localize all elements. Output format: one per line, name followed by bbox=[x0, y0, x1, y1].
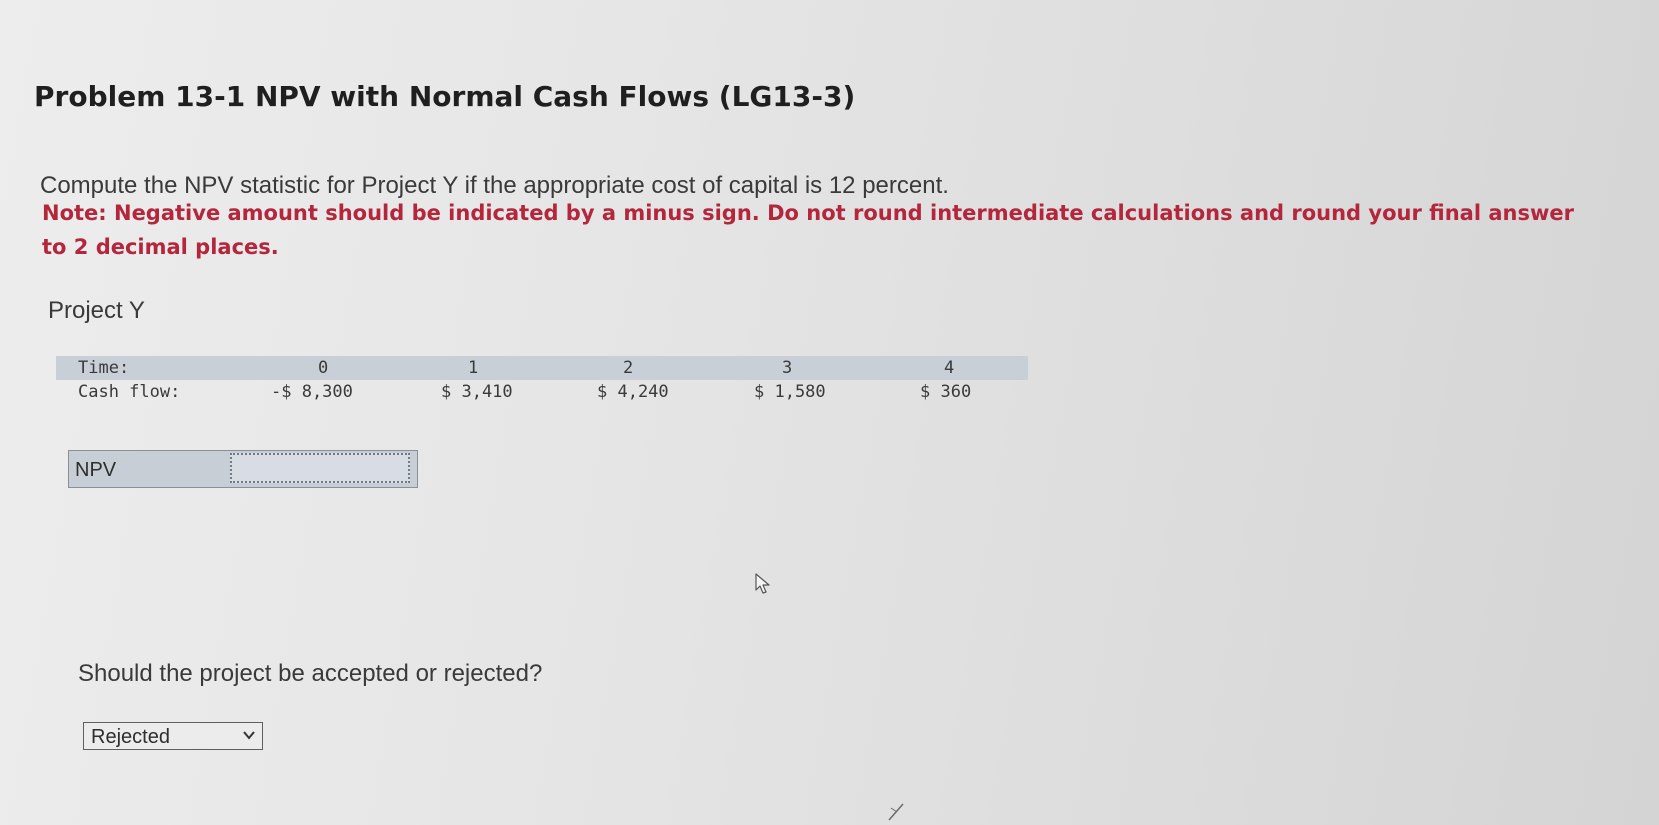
decision-select-value: Rejected bbox=[91, 726, 170, 748]
cash-flow-4: $ 360 bbox=[920, 382, 972, 402]
cash-flow-1: $ 3,410 bbox=[441, 382, 513, 402]
cash-flow-2: $ 4,240 bbox=[597, 382, 669, 402]
note-text: Note: Negative amount should be indicate… bbox=[42, 201, 1574, 259]
period-2: 2 bbox=[623, 358, 634, 378]
cash-flow-0: -$ 8,300 bbox=[271, 382, 353, 402]
cash-flow-row: Cash flow: -$ 8,300 $ 3,410 $ 4,240 $ 1,… bbox=[56, 380, 1028, 404]
problem-title: Problem 13-1 NPV with Normal Cash Flows … bbox=[34, 80, 856, 113]
decision-select[interactable]: Rejected bbox=[83, 722, 263, 750]
period-0: 0 bbox=[318, 358, 329, 378]
decision-question: Should the project be accepted or reject… bbox=[78, 660, 543, 687]
period-1: 1 bbox=[468, 358, 479, 378]
project-label: Project Y bbox=[48, 297, 145, 324]
period-3: 3 bbox=[782, 358, 793, 378]
cash-flow-table: Time: 0 1 2 3 4 Cash flow: -$ 8,300 $ 3,… bbox=[56, 356, 1028, 404]
npv-input[interactable] bbox=[230, 453, 410, 483]
pen-mark-icon bbox=[888, 803, 904, 821]
chevron-down-icon bbox=[243, 731, 255, 740]
time-row: Time: 0 1 2 3 4 bbox=[56, 356, 1028, 380]
cash-flow-3: $ 1,580 bbox=[754, 382, 826, 402]
cash-flow-label: Cash flow: bbox=[78, 382, 181, 402]
npv-label: NPV bbox=[75, 459, 117, 481]
mouse-pointer-icon bbox=[755, 573, 770, 594]
npv-answer-box: NPV bbox=[68, 450, 418, 488]
time-label: Time: bbox=[78, 358, 130, 378]
period-4: 4 bbox=[944, 358, 955, 378]
